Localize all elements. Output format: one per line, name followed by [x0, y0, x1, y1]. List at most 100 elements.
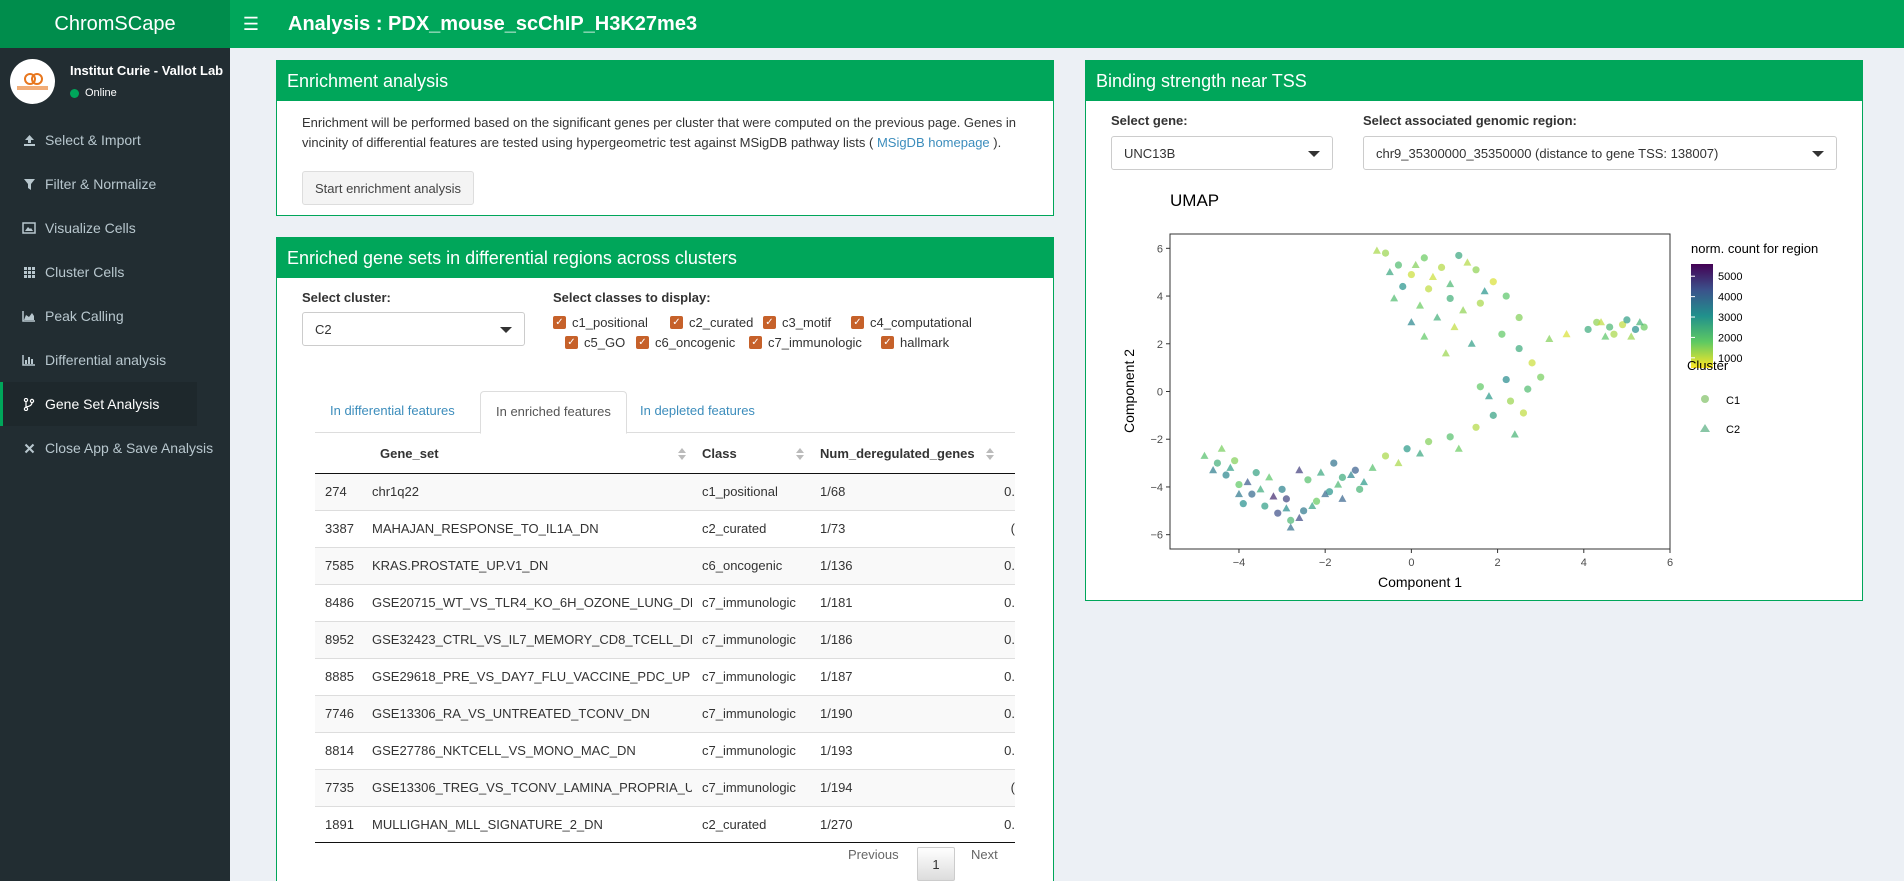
sidebar-item-label: Visualize Cells	[45, 220, 136, 236]
user-status-label: Online	[85, 87, 117, 99]
column-header-num-deregulated-genes[interactable]: Num_deregulated_genes	[810, 435, 1000, 474]
checkbox-label: c2_curated	[689, 315, 754, 330]
cell-class: c7_immunologic	[692, 768, 810, 806]
cell-overflow: (	[1000, 509, 1015, 547]
data-point-c1	[1515, 313, 1523, 322]
cell-index: 274	[315, 472, 362, 510]
data-point-c1	[1537, 373, 1545, 381]
class-checkbox-c3-motif[interactable]: ✓ c3_motif	[763, 315, 831, 330]
table-row[interactable]: 7735 GSE13306_TREG_VS_TCONV_LAMINA_PROPRI…	[315, 768, 1015, 806]
previous-page-button[interactable]: Previous	[848, 847, 899, 862]
column-header-class[interactable]: Class	[692, 435, 810, 474]
table-row[interactable]: 8885 GSE29618_PRE_VS_DAY7_FLU_VACCINE_PDC…	[315, 657, 1015, 695]
table-row[interactable]: 274 chr1q22 c1_positional 1/68 0.	[315, 472, 1015, 510]
start-enrichment-button[interactable]: Start enrichment analysis	[302, 171, 474, 205]
tab-differential-features[interactable]: In differential features	[315, 391, 470, 433]
cluster-select[interactable]: C2	[302, 312, 525, 346]
data-point-c1	[1278, 485, 1286, 493]
institut-curie-logo	[10, 59, 55, 104]
data-point-c1	[1351, 466, 1359, 474]
sidebar-item-differential-analysis[interactable]: Differential analysis	[0, 338, 230, 382]
table-row[interactable]: 7585 KRAS.PROSTATE_UP.V1_DN c6_oncogenic 1/…	[315, 546, 1015, 584]
cell-overflow: 0.	[1000, 546, 1015, 584]
sidebar-item-visualize-cells[interactable]: Visualize Cells	[0, 206, 230, 250]
data-point-c1	[1287, 516, 1295, 524]
class-checkbox-c5-go[interactable]: ✓ c5_GO	[565, 335, 625, 350]
table-row[interactable]: 7746 GSE13306_RA_VS_UNTREATED_TCONV_DN c7_…	[315, 694, 1015, 732]
data-point-c1	[1304, 476, 1312, 484]
y-tick-label: 4	[1157, 291, 1163, 303]
cell-num-deregulated: 1/136	[810, 546, 1000, 584]
sidebar-item-label: Gene Set Analysis	[45, 396, 160, 412]
data-point-c1	[1239, 500, 1247, 508]
tab-enriched-features[interactable]: In enriched features	[480, 391, 627, 434]
cell-overflow: 0.	[1000, 805, 1015, 843]
checkmark-icon: ✓	[670, 316, 683, 329]
gene-select[interactable]: UNC13B	[1111, 136, 1333, 170]
enriched-gene-sets-box: Enriched gene sets in differential regio…	[276, 237, 1054, 881]
class-checkbox-c2-curated[interactable]: ✓ c2_curated	[670, 315, 753, 330]
class-checkbox-c6-oncogenic[interactable]: ✓ c6_oncogenic	[636, 335, 735, 350]
code-fork-icon	[21, 397, 37, 411]
next-page-button[interactable]: Next	[971, 847, 998, 862]
cell-gene-set: chr1q22	[362, 472, 692, 510]
data-point-c1	[1338, 473, 1347, 482]
cell-gene-set: GSE32423_CTRL_VS_IL7_MEMORY_CD8_TCELL_DN	[362, 620, 692, 658]
table-row[interactable]: 8486 GSE20715_WT_VS_TLR4_KO_6H_OZONE_LUNG…	[315, 583, 1015, 621]
sidebar-toggle-button[interactable]: ☰	[230, 0, 272, 48]
filter-icon	[21, 177, 37, 191]
checkbox-label: c4_computational	[870, 315, 972, 330]
data-point-c1	[1623, 316, 1631, 324]
sidebar-item-label: Differential analysis	[45, 352, 167, 368]
sidebar-item-peak-calling[interactable]: Peak Calling	[0, 294, 230, 338]
tab-depleted-features[interactable]: In depleted features	[625, 391, 770, 433]
class-checkbox-c4-computational[interactable]: ✓ c4_computational	[851, 315, 972, 330]
class-checkbox-c1-positional[interactable]: ✓ c1_positional	[553, 315, 648, 330]
table-row[interactable]: 8952 GSE32423_CTRL_VS_IL7_MEMORY_CD8_TCEL…	[315, 620, 1015, 658]
data-point-c1	[1330, 459, 1338, 467]
data-point-c1	[1407, 270, 1415, 279]
cell-overflow: 0.	[1000, 583, 1015, 621]
msigdb-homepage-link[interactable]: MSigDB homepage	[877, 135, 990, 150]
checkbox-label: c1_positional	[572, 315, 648, 330]
data-point-c1	[1231, 457, 1239, 465]
cell-num-deregulated: 1/194	[810, 768, 1000, 806]
column-header-label: Gene_set	[380, 446, 439, 462]
chevron-down-icon	[1308, 151, 1320, 157]
sidebar-item-gene-set-analysis[interactable]: Gene Set Analysis	[0, 382, 197, 426]
cell-gene-set: GSE13306_RA_VS_UNTREATED_TCONV_DN	[362, 694, 692, 732]
cell-overflow: 0.	[1000, 731, 1015, 769]
sidebar-item-filter-normalize[interactable]: Filter & Normalize	[0, 162, 230, 206]
x-tick-label: −2	[1319, 557, 1332, 569]
checkmark-icon: ✓	[749, 336, 762, 349]
sidebar-item-label: Filter & Normalize	[45, 176, 157, 192]
data-point-c1	[1489, 411, 1497, 419]
cell-num-deregulated: 1/270	[810, 805, 1000, 843]
chevron-down-icon	[1812, 151, 1824, 157]
column-header-gene-set[interactable]: Gene_set	[362, 435, 692, 474]
table-row[interactable]: 8814 GSE27786_NKTCELL_VS_MONO_MAC_DN c7_im…	[315, 731, 1015, 769]
class-checkbox-c7-immunologic[interactable]: ✓ c7_immunologic	[749, 335, 862, 350]
sidebar-item-cluster-cells[interactable]: Cluster Cells	[0, 250, 230, 294]
gene-sets-table: Gene_set Class Num_deregulated_genes 274…	[315, 435, 1015, 843]
sidebar-item-close-app[interactable]: Close App & Save Analysis	[0, 426, 230, 470]
page-1-button[interactable]: 1	[917, 847, 955, 881]
column-header-overflow	[1000, 435, 1015, 474]
data-point-c1	[1489, 278, 1497, 286]
genomic-region-select[interactable]: chr9_35300000_35350000 (distance to gene…	[1363, 136, 1837, 170]
cell-class: c2_curated	[692, 509, 810, 547]
color-tick-label: 4000	[1718, 292, 1742, 304]
cell-class: c1_positional	[692, 472, 810, 510]
table-row[interactable]: 3387 MAHAJAN_RESPONSE_TO_IL1A_DN c2_curate…	[315, 509, 1015, 547]
class-checkbox-hallmark[interactable]: ✓ hallmark	[881, 335, 949, 350]
app-brand[interactable]: ChromSCape	[0, 0, 230, 48]
data-point-c1	[1213, 459, 1222, 467]
data-point-c1	[1446, 433, 1454, 441]
checkmark-icon: ✓	[565, 336, 578, 349]
sidebar-item-select-import[interactable]: Select & Import	[0, 118, 230, 162]
table-row[interactable]: 1891 MULLIGHAN_MLL_SIGNATURE_2_DN c2_curat…	[315, 805, 1015, 843]
y-tick-label: −6	[1150, 530, 1163, 542]
cell-num-deregulated: 1/181	[810, 583, 1000, 621]
cell-class: c7_immunologic	[692, 694, 810, 732]
cell-overflow: 0.	[1000, 472, 1015, 510]
